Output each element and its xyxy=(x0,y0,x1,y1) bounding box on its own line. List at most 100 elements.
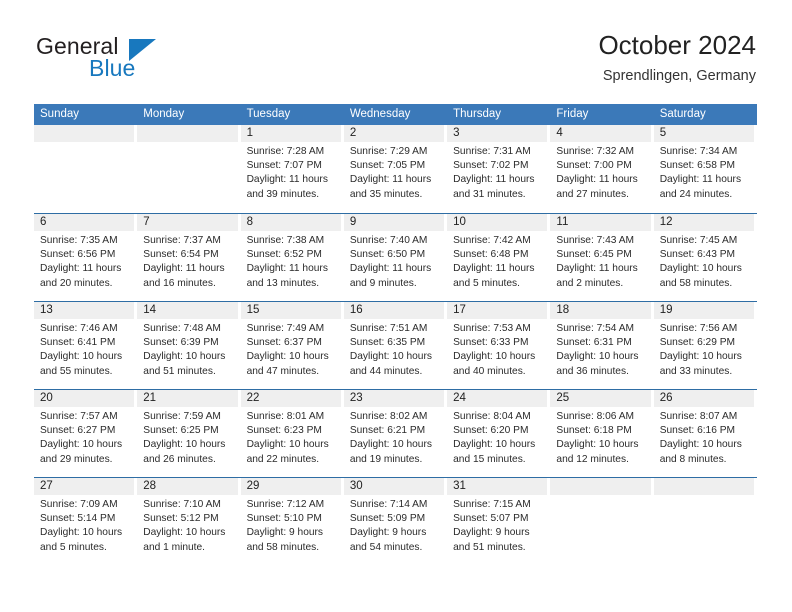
day-details: Sunrise: 7:12 AM Sunset: 5:10 PM Daylight:… xyxy=(241,495,341,555)
day-details: Sunrise: 8:07 AM Sunset: 6:16 PM Daylight:… xyxy=(654,407,754,467)
day-detail-line: Sunset: 6:45 PM xyxy=(556,249,632,261)
day-detail-line: Daylight: 10 hours xyxy=(556,351,639,363)
day-detail-line: Sunrise: 7:10 AM xyxy=(143,499,221,510)
day-cell-10[interactable]: 10 Sunrise: 7:42 AM Sunset: 6:48 PM Dayligh… xyxy=(447,214,550,301)
week-row: 1 Sunrise: 7:28 AM Sunset: 7:07 PM Daylight… xyxy=(34,125,757,213)
day-cell-4[interactable]: 4 Sunrise: 7:32 AM Sunset: 7:00 PM Daylight… xyxy=(550,125,653,213)
day-detail-line: Daylight: 11 hours xyxy=(246,263,328,275)
day-detail-line: Daylight: 11 hours xyxy=(453,263,535,275)
day-detail-line: Sunrise: 7:09 AM xyxy=(40,499,118,510)
day-detail-line: and 29 minutes. xyxy=(40,453,113,465)
day-detail-line: Sunset: 6:23 PM xyxy=(246,425,322,437)
day-detail-line: and 36 minutes. xyxy=(556,365,629,377)
day-details xyxy=(137,142,237,145)
day-detail-line: and 31 minutes. xyxy=(453,188,526,200)
day-cell-empty xyxy=(550,478,653,565)
day-cell-25[interactable]: 25 Sunrise: 8:06 AM Sunset: 6:18 PM Dayligh… xyxy=(550,390,653,477)
day-detail-line: Sunset: 6:58 PM xyxy=(659,160,736,172)
day-cell-27[interactable]: 27 Sunrise: 7:09 AM Sunset: 5:14 PM Dayligh… xyxy=(34,478,137,565)
day-cell-13[interactable]: 13 Sunrise: 7:46 AM Sunset: 6:41 PM Dayligh… xyxy=(34,302,137,389)
day-number: 12 xyxy=(653,214,754,231)
day-cell-22[interactable]: 22 Sunrise: 8:01 AM Sunset: 6:23 PM Dayligh… xyxy=(240,390,344,477)
day-cell-5[interactable]: 5 Sunrise: 7:34 AM Sunset: 6:58 PM Daylight… xyxy=(653,125,757,213)
day-detail-line: Sunset: 6:33 PM xyxy=(453,337,529,349)
day-detail-line: Sunset: 6:39 PM xyxy=(143,337,219,349)
day-detail-line: Sunset: 6:18 PM xyxy=(556,425,632,437)
day-detail-line: Sunrise: 7:32 AM xyxy=(556,146,634,157)
day-detail-line: Sunset: 7:05 PM xyxy=(349,160,426,172)
day-detail-line: Daylight: 10 hours xyxy=(349,439,432,451)
day-detail-line: Sunset: 5:12 PM xyxy=(143,513,219,525)
day-cell-19[interactable]: 19 Sunrise: 7:56 AM Sunset: 6:29 PM Dayligh… xyxy=(653,302,757,389)
logo-text-blue: Blue xyxy=(89,55,136,81)
day-number: 30 xyxy=(343,478,445,495)
day-cell-3[interactable]: 3 Sunrise: 7:31 AM Sunset: 7:02 PM Daylight… xyxy=(447,125,550,213)
day-cell-12[interactable]: 12 Sunrise: 7:45 AM Sunset: 6:43 PM Dayligh… xyxy=(653,214,757,301)
day-details: Sunrise: 8:06 AM Sunset: 6:18 PM Daylight:… xyxy=(550,407,650,467)
day-details: Sunrise: 7:37 AM Sunset: 6:54 PM Daylight:… xyxy=(137,231,237,291)
day-cell-23[interactable]: 23 Sunrise: 8:02 AM Sunset: 6:21 PM Dayligh… xyxy=(343,390,447,477)
day-detail-line: Sunrise: 7:48 AM xyxy=(143,323,221,334)
day-details: Sunrise: 8:02 AM Sunset: 6:21 PM Daylight:… xyxy=(344,407,444,467)
day-number: 19 xyxy=(653,302,754,319)
day-cell-30[interactable]: 30 Sunrise: 7:14 AM Sunset: 5:09 PM Dayligh… xyxy=(343,478,447,565)
weekday-header-tuesday: Tuesday xyxy=(246,108,291,120)
day-cell-11[interactable]: 11 Sunrise: 7:43 AM Sunset: 6:45 PM Dayligh… xyxy=(550,214,653,301)
day-detail-line: Sunset: 6:31 PM xyxy=(556,337,632,349)
day-cell-24[interactable]: 24 Sunrise: 8:04 AM Sunset: 6:20 PM Dayligh… xyxy=(447,390,550,477)
day-cell-20[interactable]: 20 Sunrise: 7:57 AM Sunset: 6:27 PM Dayligh… xyxy=(34,390,137,477)
day-cell-21[interactable]: 21 Sunrise: 7:59 AM Sunset: 6:25 PM Dayligh… xyxy=(137,390,240,477)
day-details: Sunrise: 7:54 AM Sunset: 6:31 PM Daylight:… xyxy=(550,319,650,379)
day-details: Sunrise: 7:32 AM Sunset: 7:00 PM Daylight:… xyxy=(550,142,650,202)
day-detail-line: Daylight: 11 hours xyxy=(246,174,328,186)
week-row: 13 Sunrise: 7:46 AM Sunset: 6:41 PM Dayligh… xyxy=(34,301,757,389)
day-detail-line: Daylight: 10 hours xyxy=(453,351,536,363)
day-number: 8 xyxy=(240,214,341,231)
day-detail-line: Sunrise: 7:28 AM xyxy=(246,146,325,157)
day-number: 9 xyxy=(343,214,445,231)
day-cell-16[interactable]: 16 Sunrise: 7:51 AM Sunset: 6:35 PM Dayligh… xyxy=(343,302,447,389)
day-details: Sunrise: 7:10 AM Sunset: 5:12 PM Daylight:… xyxy=(137,495,237,555)
day-detail-line: Daylight: 10 hours xyxy=(453,439,536,451)
day-detail-line: and 19 minutes. xyxy=(349,453,423,465)
day-detail-line: Sunrise: 7:54 AM xyxy=(556,323,634,334)
day-cell-31[interactable]: 31 Sunrise: 7:15 AM Sunset: 5:07 PM Dayligh… xyxy=(447,478,550,565)
day-cell-1[interactable]: 1 Sunrise: 7:28 AM Sunset: 7:07 PM Daylight… xyxy=(240,125,344,213)
weekday-header-friday: Friday xyxy=(556,108,589,120)
day-number xyxy=(550,478,651,495)
day-cell-2[interactable]: 2 Sunrise: 7:29 AM Sunset: 7:05 PM Daylight… xyxy=(343,125,447,213)
day-detail-line: Daylight: 10 hours xyxy=(143,351,226,363)
day-cell-29[interactable]: 29 Sunrise: 7:12 AM Sunset: 5:10 PM Dayligh… xyxy=(240,478,344,565)
day-cell-8[interactable]: 8 Sunrise: 7:38 AM Sunset: 6:52 PM Daylight… xyxy=(240,214,344,301)
day-detail-line: and 47 minutes. xyxy=(246,365,320,377)
day-cell-17[interactable]: 17 Sunrise: 7:53 AM Sunset: 6:33 PM Dayligh… xyxy=(447,302,550,389)
day-cell-6[interactable]: 6 Sunrise: 7:35 AM Sunset: 6:56 PM Daylight… xyxy=(34,214,137,301)
day-detail-line: Sunset: 5:09 PM xyxy=(349,513,426,525)
day-number: 23 xyxy=(343,390,445,407)
day-detail-line: Sunrise: 7:51 AM xyxy=(349,323,428,334)
day-detail-line: Sunrise: 7:12 AM xyxy=(246,499,325,510)
day-cell-18[interactable]: 18 Sunrise: 7:54 AM Sunset: 6:31 PM Dayligh… xyxy=(550,302,653,389)
day-detail-line: Sunrise: 7:15 AM xyxy=(453,499,531,510)
day-cell-7[interactable]: 7 Sunrise: 7:37 AM Sunset: 6:54 PM Daylight… xyxy=(137,214,240,301)
day-cell-empty xyxy=(137,125,240,213)
day-detail-line: Sunrise: 7:45 AM xyxy=(659,235,738,246)
day-cell-26[interactable]: 26 Sunrise: 8:07 AM Sunset: 6:16 PM Dayligh… xyxy=(653,390,757,477)
day-detail-line: and 13 minutes. xyxy=(246,277,320,289)
day-details: Sunrise: 7:51 AM Sunset: 6:35 PM Daylight:… xyxy=(344,319,444,379)
day-detail-line: Daylight: 10 hours xyxy=(40,351,123,363)
day-cell-15[interactable]: 15 Sunrise: 7:49 AM Sunset: 6:37 PM Dayligh… xyxy=(240,302,344,389)
page-header: General Blue October 2024 Sprendlingen, … xyxy=(0,0,792,100)
day-cell-14[interactable]: 14 Sunrise: 7:48 AM Sunset: 6:39 PM Dayligh… xyxy=(137,302,240,389)
day-detail-line: Sunset: 6:21 PM xyxy=(349,425,426,437)
day-detail-line: Sunset: 6:29 PM xyxy=(659,337,736,349)
day-detail-line: Sunset: 6:35 PM xyxy=(349,337,426,349)
day-details xyxy=(550,495,650,498)
day-detail-line: Sunset: 6:20 PM xyxy=(453,425,529,437)
day-cell-9[interactable]: 9 Sunrise: 7:40 AM Sunset: 6:50 PM Daylight… xyxy=(343,214,447,301)
day-cell-28[interactable]: 28 Sunrise: 7:10 AM Sunset: 5:12 PM Dayligh… xyxy=(137,478,240,565)
day-details: Sunrise: 7:53 AM Sunset: 6:33 PM Daylight:… xyxy=(447,319,547,379)
page-subtitle: Sprendlingen, Germany xyxy=(602,68,756,84)
day-detail-line: and 33 minutes. xyxy=(659,365,733,377)
day-detail-line: Sunset: 6:43 PM xyxy=(659,249,736,261)
